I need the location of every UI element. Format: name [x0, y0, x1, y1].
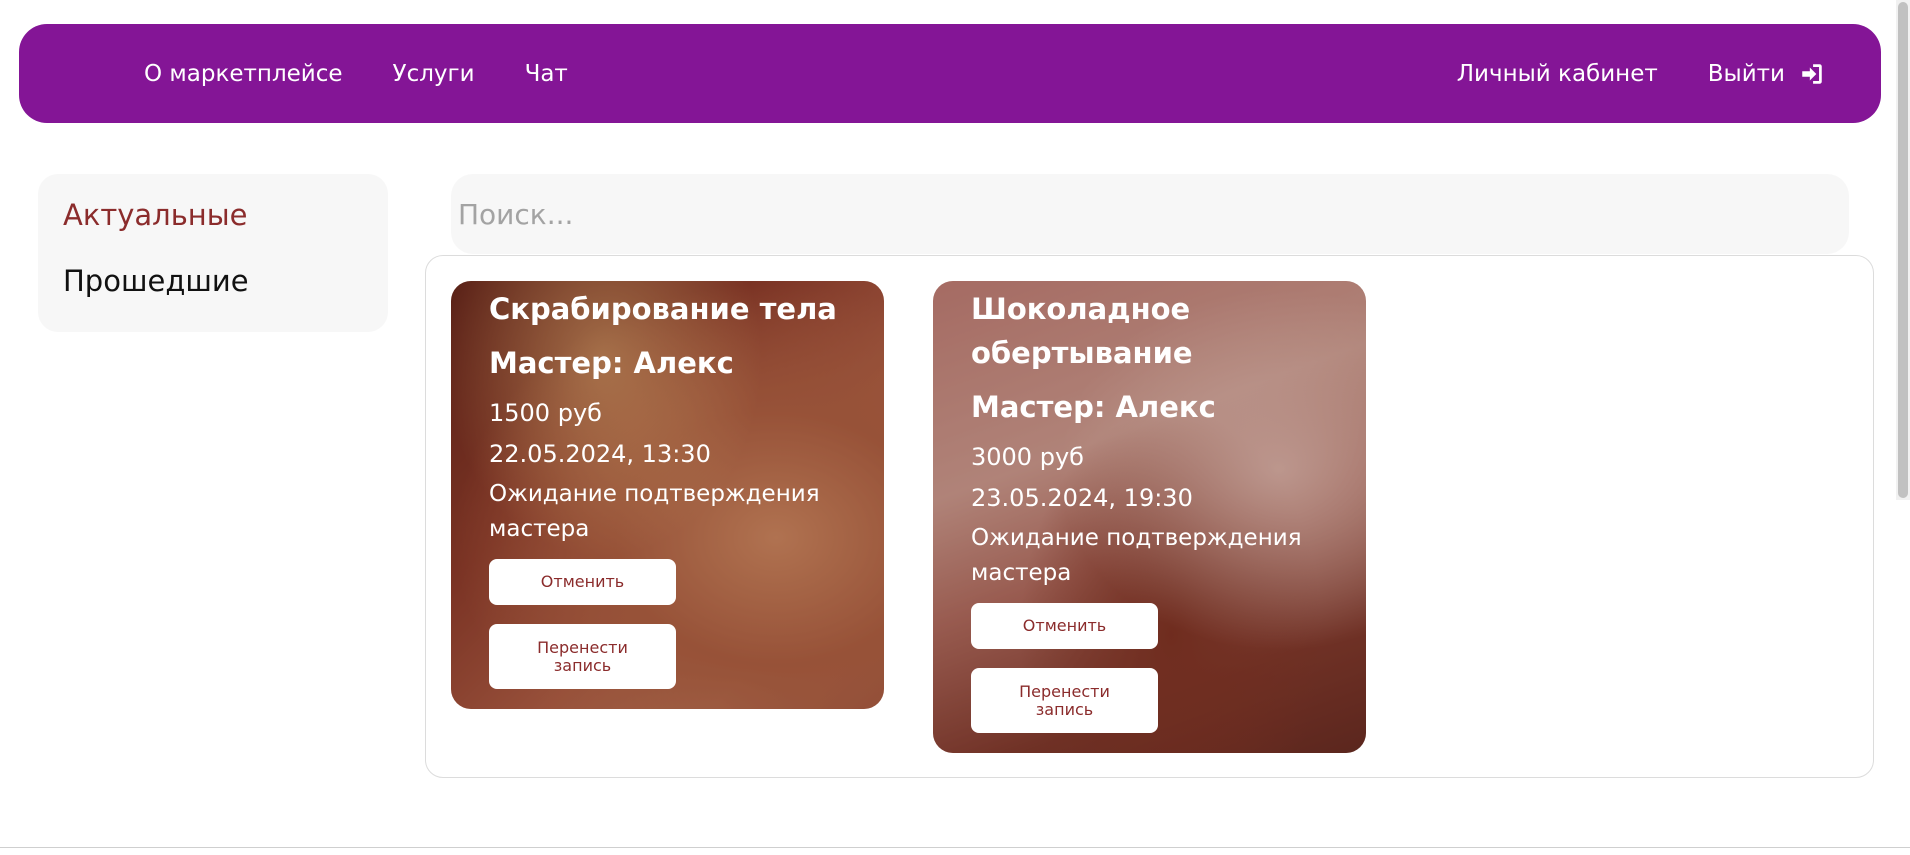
nav-right-group: Личный кабинет Выйти: [1457, 61, 1825, 87]
booking-price: 3000 руб: [971, 443, 1084, 471]
booking-datetime: 22.05.2024, 13:30: [489, 440, 711, 468]
scrollbar-thumb[interactable]: [1898, 2, 1908, 498]
logout-label: Выйти: [1707, 60, 1785, 87]
nav-link-cabinet[interactable]: Личный кабинет: [1457, 61, 1658, 87]
cancel-booking-button[interactable]: Отменить: [489, 559, 676, 605]
nav-link-services[interactable]: Услуги: [393, 61, 475, 87]
nav-left-group: О маркетплейсе Услуги Чат: [144, 61, 568, 87]
booking-price: 1500 руб: [489, 399, 602, 427]
sidebar-item-past[interactable]: Прошедшие: [63, 262, 363, 300]
sidebar-item-current[interactable]: Актуальные: [63, 196, 363, 234]
booking-status: Ожидание подтверждения мастера: [489, 481, 820, 542]
booking-card: Скрабирование тела Мастер: Алекс 1500 ру…: [451, 281, 884, 709]
nav-link-chat[interactable]: Чат: [525, 61, 568, 87]
nav-link-about[interactable]: О маркетплейсе: [144, 61, 343, 87]
booking-service-title: Скрабирование тела: [489, 292, 837, 326]
cancel-booking-button[interactable]: Отменить: [971, 603, 1158, 649]
booking-card: Шоколадное обертывание Мастер: Алекс 300…: [933, 281, 1366, 753]
booking-filter-sidebar: Актуальные Прошедшие: [38, 174, 388, 332]
reschedule-booking-button[interactable]: Перенести запись: [971, 668, 1158, 733]
sign-in-arrow-icon: [1802, 63, 1822, 84]
booking-master: Мастер: Алекс: [971, 390, 1216, 424]
bottom-divider: [0, 847, 1910, 848]
booking-service-title: Шоколадное обертывание: [971, 292, 1193, 370]
booking-master: Мастер: Алекс: [489, 346, 734, 380]
booking-status: Ожидание подтверждения мастера: [971, 525, 1302, 586]
top-navbar: О маркетплейсе Услуги Чат Личный кабинет…: [19, 24, 1881, 123]
page-scrollbar[interactable]: [1896, 0, 1910, 500]
reschedule-booking-button[interactable]: Перенести запись: [489, 624, 676, 689]
search-input[interactable]: [451, 174, 1849, 254]
logout-button[interactable]: Выйти: [1708, 61, 1825, 87]
booking-datetime: 23.05.2024, 19:30: [971, 484, 1193, 512]
